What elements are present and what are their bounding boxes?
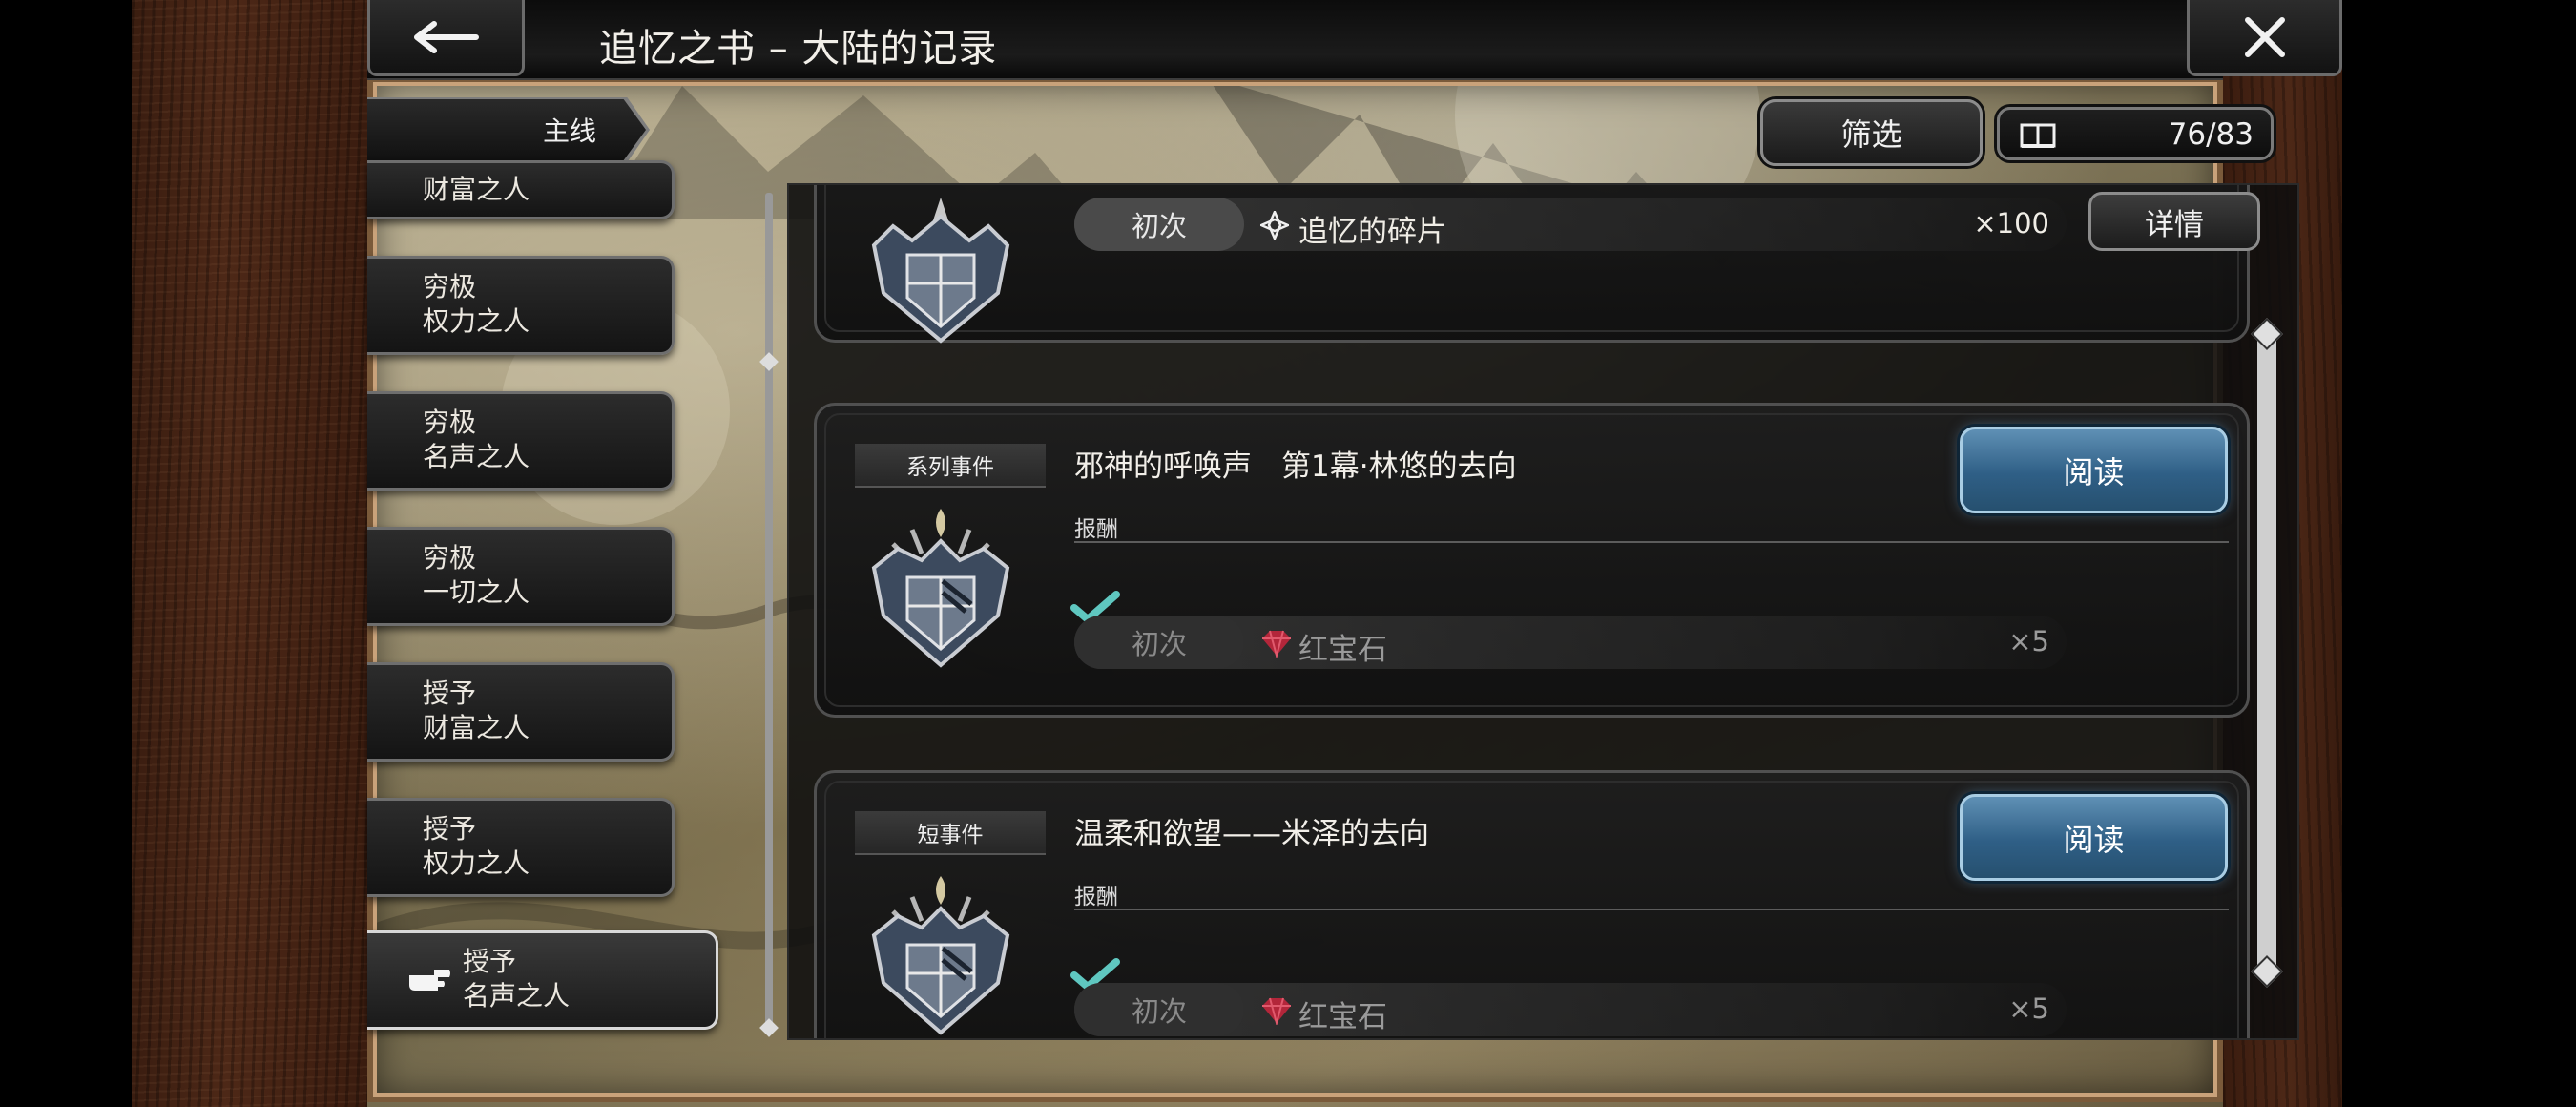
sidebar-item-ultimate-fame[interactable]: 穷极 名声之人 [367,391,675,491]
reward-quantity: ×100 [1973,207,2049,240]
letterbox-right [2342,0,2576,1107]
read-button[interactable]: 阅读 [1960,427,2228,513]
reward-divider [1074,909,2229,910]
ruby-gem-icon [1262,997,1291,1025]
sidebar-item-label: 授予 名声之人 [463,946,571,1012]
event-type-tag: 系列事件 [855,444,1046,488]
first-time-pill: 初次 [1074,983,1244,1036]
book-icon [2020,123,2056,148]
sidebar-item-label: 穷极 一切之人 [423,542,530,608]
sidebar-item-ultimate-power[interactable]: 穷极 权力之人 [367,256,675,355]
memory-fragment-icon [1260,211,1289,240]
sidebar-item-label: 穷极 名声之人 [423,407,530,472]
read-button[interactable]: 阅读 [1960,794,2228,881]
sidebar-item-label: 穷极 权力之人 [423,271,530,337]
event-card: 系列事件 邪神的呼唤声 第1幕·林悠的去向 阅读 报酬 初次 红宝石 ×5 [814,403,2250,718]
reward-quantity: ×5 [2008,992,2049,1025]
page-title: 追忆之书 – 大陆的记录 [599,27,998,71]
reward-name: 红宝石 [1298,633,1387,667]
letterbox-left [0,0,132,1107]
reward-name: 追忆的碎片 [1298,215,1446,249]
reward-row: 初次 追忆的碎片 ×100 [1074,198,2067,251]
event-title: 邪神的呼唤声 第1幕·林悠的去向 [1074,449,1517,484]
sidebar-scrollbar[interactable] [765,193,773,1033]
reward-name: 红宝石 [1298,1000,1387,1034]
left-arrow-icon [413,20,479,53]
crest-emblem-icon [871,509,1010,668]
event-card: 初次 追忆的碎片 ×100 详情 [814,185,2260,344]
reward-row: 初次 红宝石 ×5 [1074,983,2067,1036]
book-progress-value: 76/83 [2168,117,2254,152]
pointing-hand-icon [409,970,450,991]
first-time-pill: 初次 [1074,616,1244,669]
wood-border-left [132,0,367,1107]
back-button[interactable] [367,0,525,76]
sidebar-item-label: 授予 权力之人 [423,813,530,879]
event-list-panel: 初次 追忆的碎片 ×100 详情 系列事件 邪神的呼唤声 第1幕·林悠的去向 阅… [787,183,2299,1040]
event-title: 温柔和欲望——米泽的去向 [1074,817,1429,851]
crest-emblem-icon [871,876,1010,1035]
book-progress-counter: 76/83 [1997,107,2274,160]
sidebar-item-granted-wealth[interactable]: 授予 财富之人 [367,662,675,762]
reward-heading: 报酬 [1074,517,1118,542]
reward-divider [1074,541,2229,543]
sidebar-item-ultimate-everything[interactable]: 穷极 一切之人 [367,527,675,626]
sidebar-item-wealth[interactable]: 财富之人 [367,160,675,219]
category-tab-main-story[interactable]: 主线 [367,99,646,160]
reward-quantity: ×5 [2008,625,2049,658]
close-button[interactable] [2187,0,2342,76]
reward-heading: 报酬 [1074,885,1118,909]
event-list-scrollbar[interactable] [2257,330,2276,975]
first-time-pill: 初次 [1074,198,1244,251]
event-type-tag: 短事件 [855,811,1046,855]
sidebar-item-granted-power[interactable]: 授予 权力之人 [367,798,675,897]
ruby-gem-icon [1262,630,1291,658]
crest-emblem-icon [871,198,1010,344]
reward-row: 初次 红宝石 ×5 [1074,616,2067,669]
close-x-icon [2244,16,2285,57]
event-card: 短事件 温柔和欲望——米泽的去向 阅读 报酬 初次 红宝石 ×5 [814,770,2250,1038]
detail-button[interactable]: 详情 [2088,192,2260,251]
sidebar-item-label: 授予 财富之人 [423,678,530,743]
sidebar-item-label: 财富之人 [423,174,530,205]
filter-button[interactable]: 筛选 [1760,99,1983,166]
